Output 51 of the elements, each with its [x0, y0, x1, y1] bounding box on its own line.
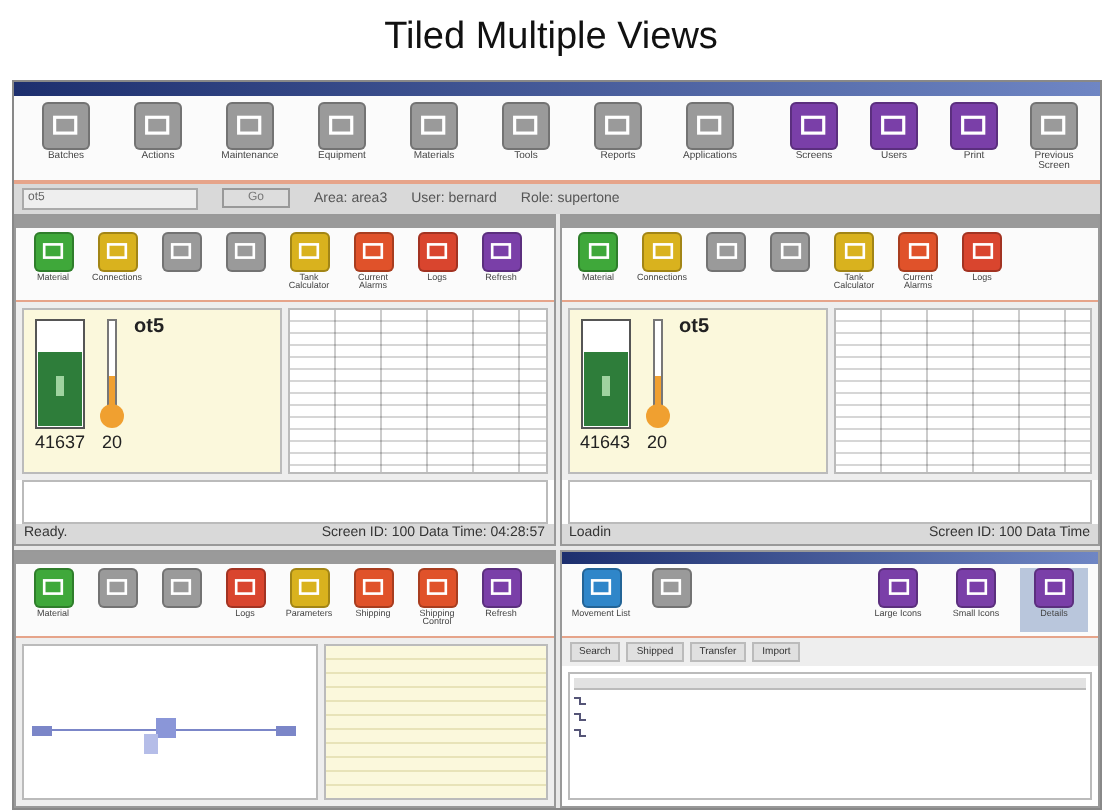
glyph-icon [590, 576, 612, 598]
glyph-icon [490, 240, 512, 262]
glyph-icon [170, 240, 192, 262]
glyph-icon [362, 240, 384, 262]
glyph-icon [1040, 112, 1068, 140]
thermometer-drawing [98, 315, 126, 431]
glyph-icon [234, 576, 256, 598]
glyph-icon [42, 240, 64, 262]
glyph-icon [960, 112, 988, 140]
page-heading: Tiled Multiple Views [382, 16, 720, 62]
tank-name: ot5 [134, 315, 164, 337]
glyph-icon [236, 112, 264, 140]
tank-drawing [575, 315, 635, 431]
glyph-icon [715, 240, 737, 262]
glyph-icon [144, 112, 172, 140]
glyph-icon [106, 240, 128, 262]
glyph-icon [880, 112, 908, 140]
glyph-icon [362, 576, 384, 598]
tank-reading: 41643 [579, 431, 631, 451]
glyph-icon [52, 112, 80, 140]
glyph-icon [170, 576, 192, 598]
temperature-reading: 20 [101, 431, 122, 451]
tank-drawing [30, 315, 90, 431]
glyph-icon [426, 576, 448, 598]
glyph-icon [106, 576, 128, 598]
glyph-icon [1043, 576, 1065, 598]
glyph-icon [843, 240, 865, 262]
glyph-icon [42, 576, 64, 598]
glyph-icon [660, 576, 682, 598]
glyph-icon [696, 112, 724, 140]
glyph-icon [420, 112, 448, 140]
glyph-icon [965, 576, 987, 598]
glyph-icon [800, 112, 828, 140]
glyph-icon [971, 240, 993, 262]
glyph-icon [490, 576, 512, 598]
glyph-icon [328, 112, 356, 140]
glyph-icon [651, 240, 673, 262]
tank-name: ot5 [679, 315, 709, 337]
glyph-icon [587, 240, 609, 262]
glyph-icon [298, 240, 320, 262]
glyph-icon [779, 240, 801, 262]
glyph-icon [426, 240, 448, 262]
tank-reading: 41637 [34, 431, 86, 451]
glyph-icon [298, 576, 320, 598]
thermometer-drawing [643, 315, 671, 431]
glyph-icon [512, 112, 540, 140]
temperature-reading: 20 [646, 431, 667, 451]
glyph-icon [887, 576, 909, 598]
glyph-icon [234, 240, 256, 262]
glyph-icon [604, 112, 632, 140]
glyph-icon [907, 240, 929, 262]
